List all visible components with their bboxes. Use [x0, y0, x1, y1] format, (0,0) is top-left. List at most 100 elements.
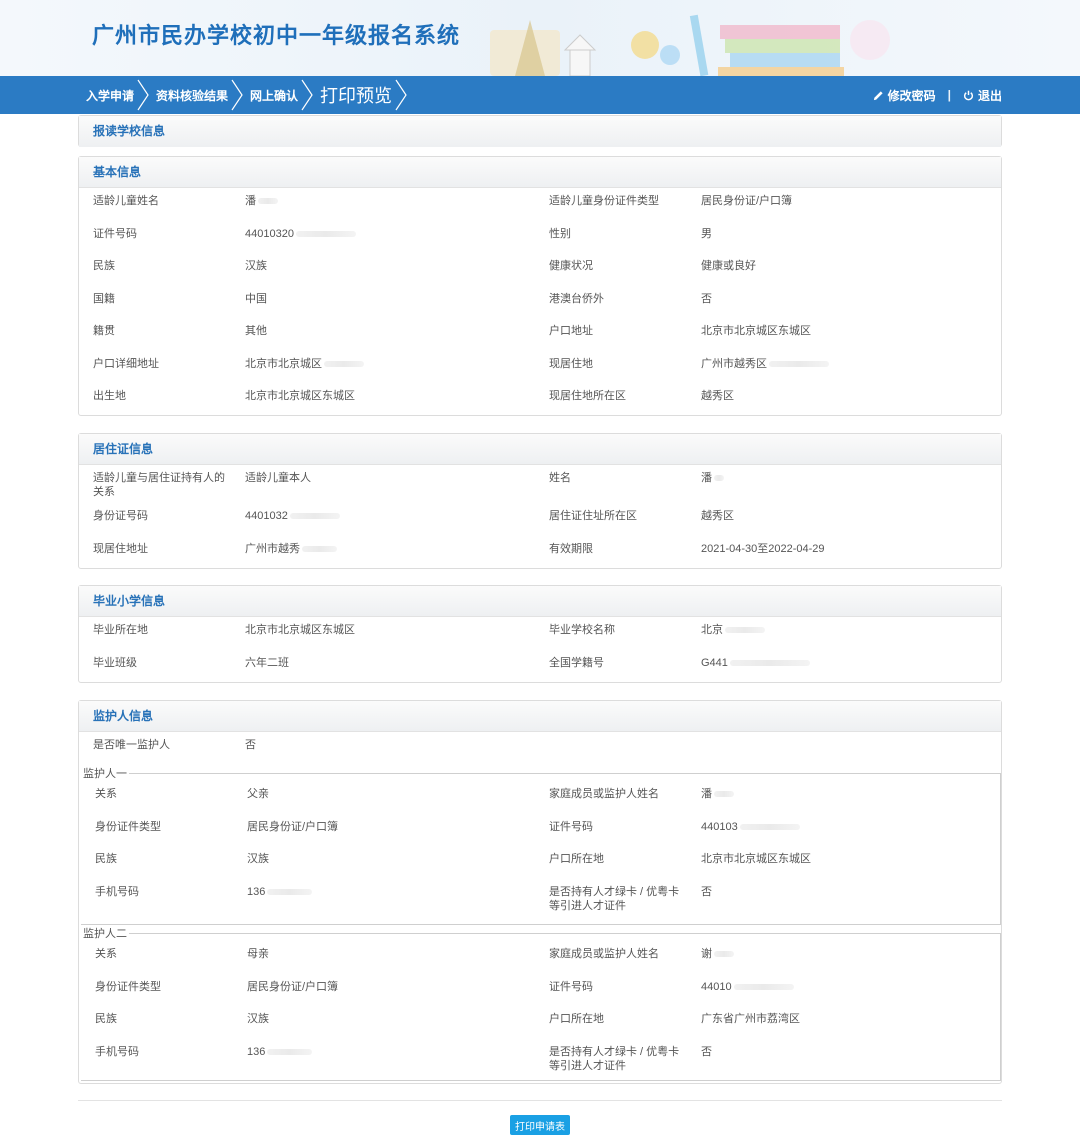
field-label: 户口详细地址	[93, 357, 159, 370]
chevron-right-icon	[395, 79, 407, 111]
pencil-icon	[873, 90, 883, 100]
field-value: 六年二班	[245, 656, 289, 669]
section-title: 报读学校信息	[79, 116, 1001, 147]
field-label: 籍贯	[93, 325, 115, 337]
field-label: 证件号码	[549, 820, 593, 833]
logout-label: 退出	[977, 88, 1002, 103]
field-label: 有效期限	[549, 542, 593, 555]
header-banner: 广州市民办学校初中一年级报名系统	[0, 0, 1080, 76]
field-value: 广州市越秀	[245, 536, 525, 556]
change-password-label: 修改密码	[887, 88, 936, 103]
field-value: 潘	[701, 781, 734, 801]
field-value: 谢	[701, 941, 734, 961]
info-row: 手机号码 136 是否持有人才绿卡 / 优粤卡等引进人才证件 否	[81, 1039, 1000, 1072]
field-value: 北京市北京城区东城区	[701, 853, 811, 865]
step-online-confirm[interactable]: 网上确认	[242, 76, 313, 114]
info-row: 手机号码 136 是否持有人才绿卡 / 优粤卡等引进人才证件 否	[81, 879, 1000, 912]
field-label: 毕业所在地	[93, 624, 148, 636]
logout-link[interactable]: 退出	[963, 87, 1002, 104]
field-label: 身份证件类型	[95, 980, 161, 993]
field-label: 是否持有人才绿卡 / 优粤卡等引进人才证件	[549, 1045, 680, 1072]
field-value: 否	[701, 1045, 712, 1058]
info-row: 证件号码 44010320 性别 男	[79, 221, 1001, 254]
step-breadcrumb: 入学申请 资料核验结果 网上确认 打印预览	[78, 76, 407, 114]
step-apply[interactable]: 入学申请	[78, 76, 149, 114]
school-info-panel: 报读学校信息	[78, 115, 1002, 147]
field-label: 姓名	[549, 472, 571, 484]
info-row: 身份证号码 4401032 居住证住址所在区 越秀区	[79, 503, 1001, 536]
field-value: 北京市北京城区东城区	[245, 624, 355, 636]
field-value: 汉族	[247, 1013, 269, 1025]
guardian-panel: 监护人信息 是否唯一监护人 否 监护人一 关系 父亲 家庭成员或监护人姓名 潘 …	[78, 700, 1002, 1084]
info-row: 适龄儿童与居住证持有人的关系 适龄儿童本人 姓名 潘	[79, 465, 1001, 503]
section-title: 监护人信息	[79, 701, 1001, 732]
field-value: 中国	[245, 292, 267, 305]
info-row: 现居住地址 广州市越秀 有效期限 2021-04-30至2022-04-29	[79, 536, 1001, 569]
field-label: 证件号码	[549, 980, 593, 993]
field-label: 家庭成员或监护人姓名	[549, 948, 659, 960]
decorative-school-illustration	[490, 14, 890, 76]
info-row: 是否唯一监护人 否	[79, 732, 1001, 760]
field-label: 适龄儿童姓名	[93, 195, 159, 207]
field-value: 北京市北京城区	[245, 351, 525, 371]
field-label: 毕业学校名称	[549, 624, 615, 636]
guardian-one-legend: 监护人一	[83, 768, 127, 780]
field-value: 北京市北京城区东城区	[701, 325, 811, 337]
field-label: 毕业班级	[93, 656, 137, 669]
field-label: 适龄儿童身份证件类型	[549, 195, 659, 207]
step-print-preview[interactable]: 打印预览	[312, 76, 407, 114]
field-value: 136	[247, 1039, 313, 1059]
field-label: 关系	[95, 788, 117, 800]
field-value: 潘	[245, 188, 525, 208]
field-label: 民族	[95, 1013, 117, 1025]
step-label: 打印预览	[320, 86, 393, 107]
info-row: 身份证件类型 居民身份证/户口簿 证件号码 440103	[81, 814, 1000, 847]
field-value: 否	[245, 739, 256, 751]
field-label: 国籍	[93, 292, 115, 305]
field-label: 户口地址	[549, 325, 593, 337]
field-label: 民族	[93, 260, 115, 272]
field-value: 否	[701, 292, 712, 305]
field-label: 是否持有人才绿卡 / 优粤卡等引进人才证件	[549, 885, 680, 912]
info-row: 户口详细地址 北京市北京城区 现居住地 广州市越秀区	[79, 351, 1001, 384]
field-label: 现居住地址	[93, 542, 148, 555]
field-value: 越秀区	[701, 510, 734, 522]
info-row: 国籍 中国 港澳台侨外 否	[79, 286, 1001, 319]
info-row: 民族 汉族 户口所在地 北京市北京城区东城区	[81, 846, 1000, 879]
basic-info-panel: 基本信息 适龄儿童姓名 潘 适龄儿童身份证件类型 居民身份证/户口簿 证件号码 …	[78, 156, 1002, 416]
step-label: 入学申请	[86, 88, 135, 103]
nav-separator: |	[947, 88, 951, 102]
change-password-link[interactable]: 修改密码	[873, 87, 936, 104]
info-row: 民族 汉族 户口所在地 广东省广州市荔湾区	[81, 1006, 1000, 1039]
info-row: 毕业班级 六年二班 全国学籍号 G441	[79, 650, 1001, 683]
footer-divider	[78, 1100, 1002, 1101]
field-label: 家庭成员或监护人姓名	[549, 788, 659, 800]
info-row: 毕业所在地 北京市北京城区东城区 毕业学校名称 北京	[79, 617, 1001, 650]
field-value: 北京	[701, 617, 991, 637]
field-value: 居民身份证/户口簿	[247, 820, 339, 833]
guardian-one-group: 监护人一 关系 父亲 家庭成员或监护人姓名 潘 身份证件类型 居民身份证/户口簿…	[81, 765, 1001, 925]
residence-permit-panel: 居住证信息 适龄儿童与居住证持有人的关系 适龄儿童本人 姓名 潘 身份证号码 4…	[78, 433, 1002, 569]
field-label: 现居住地	[549, 357, 593, 370]
field-value: 居民身份证/户口簿	[701, 195, 793, 207]
field-value: 母亲	[247, 948, 269, 960]
section-title: 居住证信息	[79, 434, 1001, 465]
field-label: 性别	[549, 227, 571, 240]
field-label: 适龄儿童与居住证持有人的关系	[93, 472, 225, 498]
field-label: 民族	[95, 853, 117, 865]
field-label: 出生地	[93, 390, 126, 402]
field-label: 身份证号码	[93, 510, 148, 522]
field-label: 居住证住址所在区	[549, 510, 637, 522]
info-row: 关系 母亲 家庭成员或监护人姓名 谢	[81, 941, 1000, 974]
step-verify-result[interactable]: 资料核验结果	[148, 76, 243, 114]
field-value: 广东省广州市荔湾区	[701, 1013, 800, 1025]
field-value: 北京市北京城区东城区	[245, 390, 355, 402]
field-label: 手机号码	[95, 1045, 139, 1058]
print-application-button[interactable]: 打印申请表	[510, 1115, 570, 1135]
user-actions: 修改密码 | 退出	[873, 76, 1002, 114]
primary-school-panel: 毕业小学信息 毕业所在地 北京市北京城区东城区 毕业学校名称 北京 毕业班级 六…	[78, 585, 1002, 683]
field-label: 身份证件类型	[95, 820, 161, 833]
site-title: 广州市民办学校初中一年级报名系统	[92, 23, 461, 48]
power-icon	[963, 90, 974, 100]
field-value: 健康或良好	[701, 260, 756, 272]
